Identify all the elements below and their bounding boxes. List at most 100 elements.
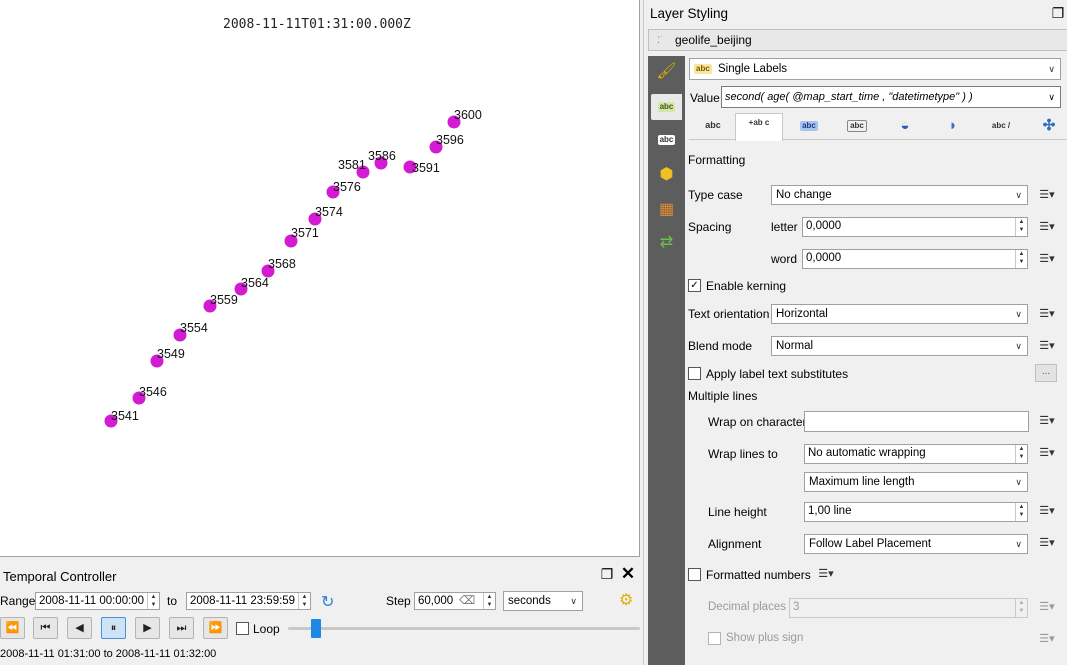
clear-field-icon[interactable]: ⌫ <box>459 593 475 609</box>
data-defined-override-icon[interactable]: ☰▾ <box>1034 598 1060 616</box>
label-value-expression-input[interactable]: second( age( @map_start_time , "datetime… <box>721 86 1061 108</box>
labels-tab-icon[interactable]: abc <box>651 94 682 120</box>
tab-callouts[interactable]: abc / <box>977 113 1025 140</box>
alignment-label: Alignment <box>708 537 762 551</box>
data-defined-override-icon[interactable]: ☰▾ <box>1034 534 1060 552</box>
alignment-value: Follow Label Placement <box>809 538 932 550</box>
wrap-mode-select[interactable]: Maximum line length ∨ <box>804 472 1028 492</box>
data-defined-override-icon[interactable]: ☰▾ <box>1034 250 1060 268</box>
word-spacing-spinner[interactable]: ▲ ▼ <box>1015 250 1027 268</box>
tab-text[interactable]: abc <box>689 113 737 140</box>
shield-icon[interactable]: ◒ <box>881 113 929 140</box>
label-mode-value: Single Labels <box>718 63 788 75</box>
data-defined-override-icon[interactable]: ☰▾ <box>1034 502 1060 520</box>
temporal-controller-title: Temporal Controller <box>3 569 117 584</box>
data-defined-override-icon[interactable]: ☰▾ <box>1034 218 1060 236</box>
line-height-spinner[interactable]: ▲ ▼ <box>1015 503 1027 521</box>
type-case-value: No change <box>776 189 832 201</box>
wrap-lines-spinner[interactable]: ▲ ▼ <box>1015 445 1027 463</box>
map-point-label: 3576 <box>333 180 361 194</box>
loop-checkbox[interactable] <box>236 622 249 635</box>
fast-forward-button[interactable]: ⏩ <box>203 617 228 639</box>
range-end-spinner[interactable]: ▲ ▼ <box>298 593 310 609</box>
timeline-slider-handle[interactable] <box>311 619 322 638</box>
play-forward-button[interactable]: ▶ <box>135 617 160 639</box>
chevron-down-icon: ∨ <box>1048 92 1055 102</box>
alignment-select[interactable]: Follow Label Placement ∨ <box>804 534 1028 554</box>
range-start-field[interactable]: 2008-11-11 00:00:00 ▲ ▼ <box>35 592 160 610</box>
step-back-button[interactable]: ◀ <box>67 617 92 639</box>
close-panel-icon[interactable]: ✕ <box>620 565 636 582</box>
show-plus-sign-checkbox[interactable] <box>708 632 721 645</box>
map-point-label: 3564 <box>241 276 269 290</box>
wrap-lines-value: No automatic wrapping <box>808 447 926 459</box>
map-point-label: 3571 <box>291 226 319 240</box>
wrap-on-character-input[interactable] <box>804 411 1029 432</box>
formatted-numbers-label: Formatted numbers <box>706 568 811 582</box>
word-spacing-value: 0,0000 <box>806 252 842 264</box>
apply-substitutes-checkbox[interactable] <box>688 367 701 380</box>
refresh-range-icon[interactable]: ↻ <box>321 592 334 612</box>
timeline-slider-track[interactable] <box>288 619 640 638</box>
data-defined-override-icon[interactable]: ☰▾ <box>813 565 839 583</box>
range-end-field[interactable]: 2008-11-11 23:59:59 ▲ ▼ <box>186 592 311 610</box>
tab-buffer[interactable]: abc <box>785 113 833 140</box>
pause-button[interactable]: ⏸ <box>101 617 126 639</box>
show-plus-sign-label: Show plus sign <box>726 632 804 644</box>
placement-move-icon[interactable]: ✣ <box>1025 113 1067 140</box>
step-spinner[interactable]: ▲ ▼ <box>483 593 495 609</box>
line-height-field[interactable]: 1,00 line ▲ ▼ <box>804 502 1028 522</box>
float-panel-icon[interactable]: ❐ <box>599 566 615 582</box>
diagrams-abc-icon[interactable]: abc <box>651 127 682 153</box>
rewind-button[interactable]: ⏪ <box>0 617 25 639</box>
data-defined-override-icon[interactable]: ☰▾ <box>1034 630 1060 648</box>
enable-kerning-checkbox[interactable]: ✓ <box>688 279 701 292</box>
range-start-spinner[interactable]: ▲ ▼ <box>147 593 159 609</box>
step-unit-value: seconds <box>508 595 551 607</box>
data-defined-override-icon[interactable]: ☰▾ <box>1034 305 1060 323</box>
data-defined-override-icon[interactable]: ☰▾ <box>1034 186 1060 204</box>
map-point-label: 3591 <box>412 161 440 175</box>
3d-view-cube-icon[interactable]: ⬢ <box>651 162 682 188</box>
tab-background[interactable]: abc <box>833 113 881 140</box>
type-case-select[interactable]: No change ∨ <box>771 185 1028 205</box>
symbology-brush-icon[interactable]: 🖌 <box>651 59 682 85</box>
to-label: to <box>167 594 178 608</box>
shadow-icon[interactable]: ◗ <box>929 113 977 140</box>
decimal-places-field[interactable]: 3 ▲ ▼ <box>789 598 1028 618</box>
fields-icon[interactable]: ▦ <box>651 197 682 223</box>
blend-mode-select[interactable]: Normal ∨ <box>771 336 1028 356</box>
text-orientation-select[interactable]: Horizontal ∨ <box>771 304 1028 324</box>
step-field[interactable]: 60,000 ⌫ ▲ ▼ <box>414 592 496 610</box>
formatted-numbers-checkbox[interactable] <box>688 568 701 581</box>
skip-to-end-button[interactable]: ⏭ <box>169 617 194 639</box>
edit-substitutes-button[interactable]: ... <box>1035 364 1057 382</box>
map-point-label: 3554 <box>180 321 208 335</box>
decimal-places-label: Decimal places <box>708 601 786 613</box>
enable-kerning-label: Enable kerning <box>706 279 787 293</box>
decimal-places-spinner[interactable]: ▲ ▼ <box>1015 599 1027 617</box>
multiple-lines-heading: Multiple lines <box>688 389 758 403</box>
label-mode-select[interactable]: abc Single Labels ∨ <box>689 58 1061 80</box>
loop-label: Loop <box>253 622 280 636</box>
data-defined-override-icon[interactable]: ☰▾ <box>1034 444 1060 462</box>
layer-selector[interactable]: ⁚˙ geolife_beijing <box>648 29 1067 51</box>
map-canvas[interactable]: 2008-11-11T01:31:00.000Z 3541 3546 3549 355… <box>0 0 640 557</box>
chevron-down-icon: ∨ <box>1015 477 1022 487</box>
blend-mode-value: Normal <box>776 340 814 352</box>
chevron-down-icon: ∨ <box>1015 341 1022 351</box>
temporal-controller-panel: Temporal Controller ❐ ✕ Range 2008-11-11… <box>0 563 643 665</box>
skip-to-start-button[interactable]: ⏮ <box>33 617 58 639</box>
letter-spacing-field[interactable]: 0,0000 ▲ ▼ <box>802 217 1028 237</box>
float-panel-icon[interactable]: ❐ <box>1050 5 1066 21</box>
step-unit-select[interactable]: seconds ∨ <box>503 591 583 611</box>
wrap-lines-field[interactable]: No automatic wrapping ▲ ▼ <box>804 444 1028 464</box>
history-arrows-icon[interactable]: ⇄ <box>651 230 682 256</box>
data-defined-override-icon[interactable]: ☰▾ <box>1034 412 1060 430</box>
word-spacing-field[interactable]: 0,0000 ▲ ▼ <box>802 249 1028 269</box>
apply-substitutes-label: Apply label text substitutes <box>706 367 849 381</box>
tab-formatting[interactable]: +ab c <box>735 113 783 141</box>
data-defined-override-icon[interactable]: ☰▾ <box>1034 337 1060 355</box>
settings-gear-icon[interactable]: ⚙ <box>619 590 633 610</box>
letter-spacing-spinner[interactable]: ▲ ▼ <box>1015 218 1027 236</box>
